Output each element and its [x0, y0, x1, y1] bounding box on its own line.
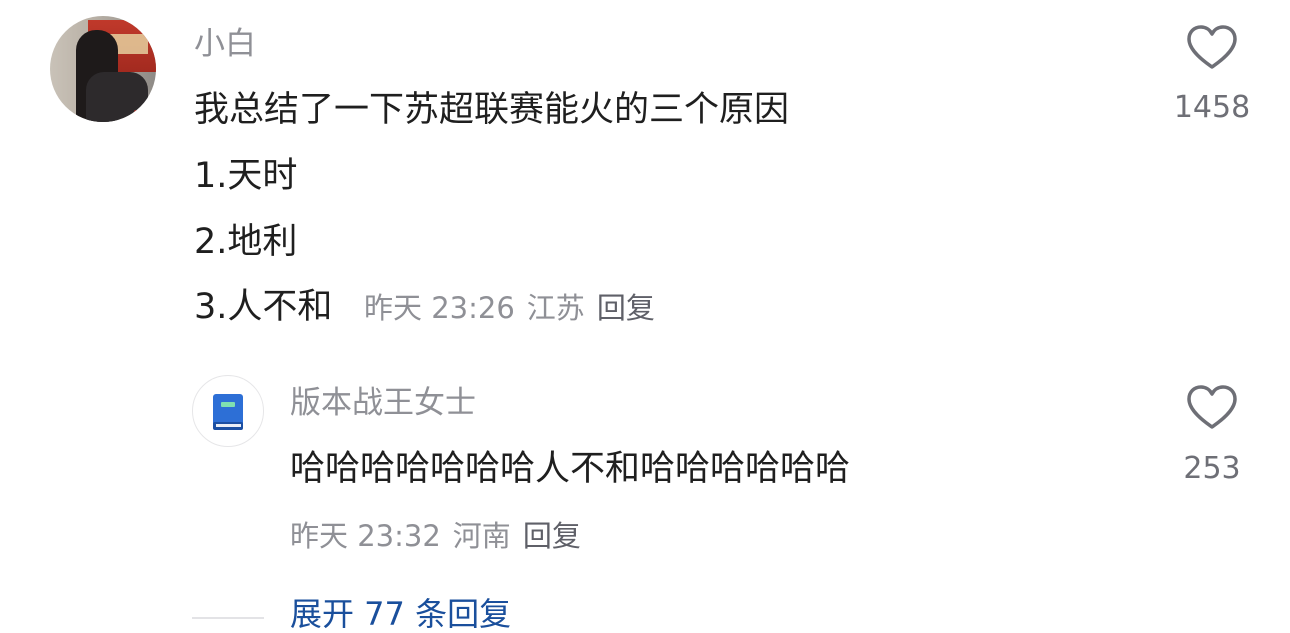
comment-text-line: 我总结了一下苏超联赛能火的三个原因 — [194, 90, 790, 130]
heart-icon[interactable] — [1186, 24, 1238, 70]
reply-reply-button[interactable]: 回复 — [523, 519, 581, 553]
comment-text-line: 2.地利 — [194, 222, 298, 262]
comment-reply-button[interactable]: 回复 — [597, 291, 655, 325]
reply-username[interactable]: 版本战王女士 — [290, 388, 476, 419]
comment-meta: 昨天 23:26 江苏 回复 — [364, 294, 667, 323]
comment-username[interactable]: 小白 — [194, 29, 256, 60]
comment-location: 江苏 — [526, 291, 585, 325]
like-count: 253 — [1183, 451, 1241, 486]
avatar-photo-phone — [134, 110, 144, 122]
avatar[interactable] — [50, 16, 156, 122]
reply-avatar[interactable] — [192, 375, 264, 447]
comment-text-line: 1.天时 — [194, 156, 298, 196]
like-count: 1458 — [1173, 90, 1251, 125]
heart-icon[interactable] — [1186, 384, 1238, 430]
reply-meta: 昨天 23:32 河南 回复 — [290, 522, 593, 551]
reply-location: 河南 — [452, 519, 511, 553]
comment-text-line: 3.人不和 — [194, 287, 333, 327]
expand-divider — [192, 617, 264, 619]
comment-time: 昨天 23:26 — [364, 291, 515, 325]
reply-text: 哈哈哈哈哈哈哈人不和哈哈哈哈哈哈 — [290, 449, 851, 489]
book-icon — [213, 394, 243, 430]
reply-time: 昨天 23:32 — [290, 519, 441, 553]
expand-replies-button[interactable]: 展开 77 条回复 — [290, 598, 511, 630]
